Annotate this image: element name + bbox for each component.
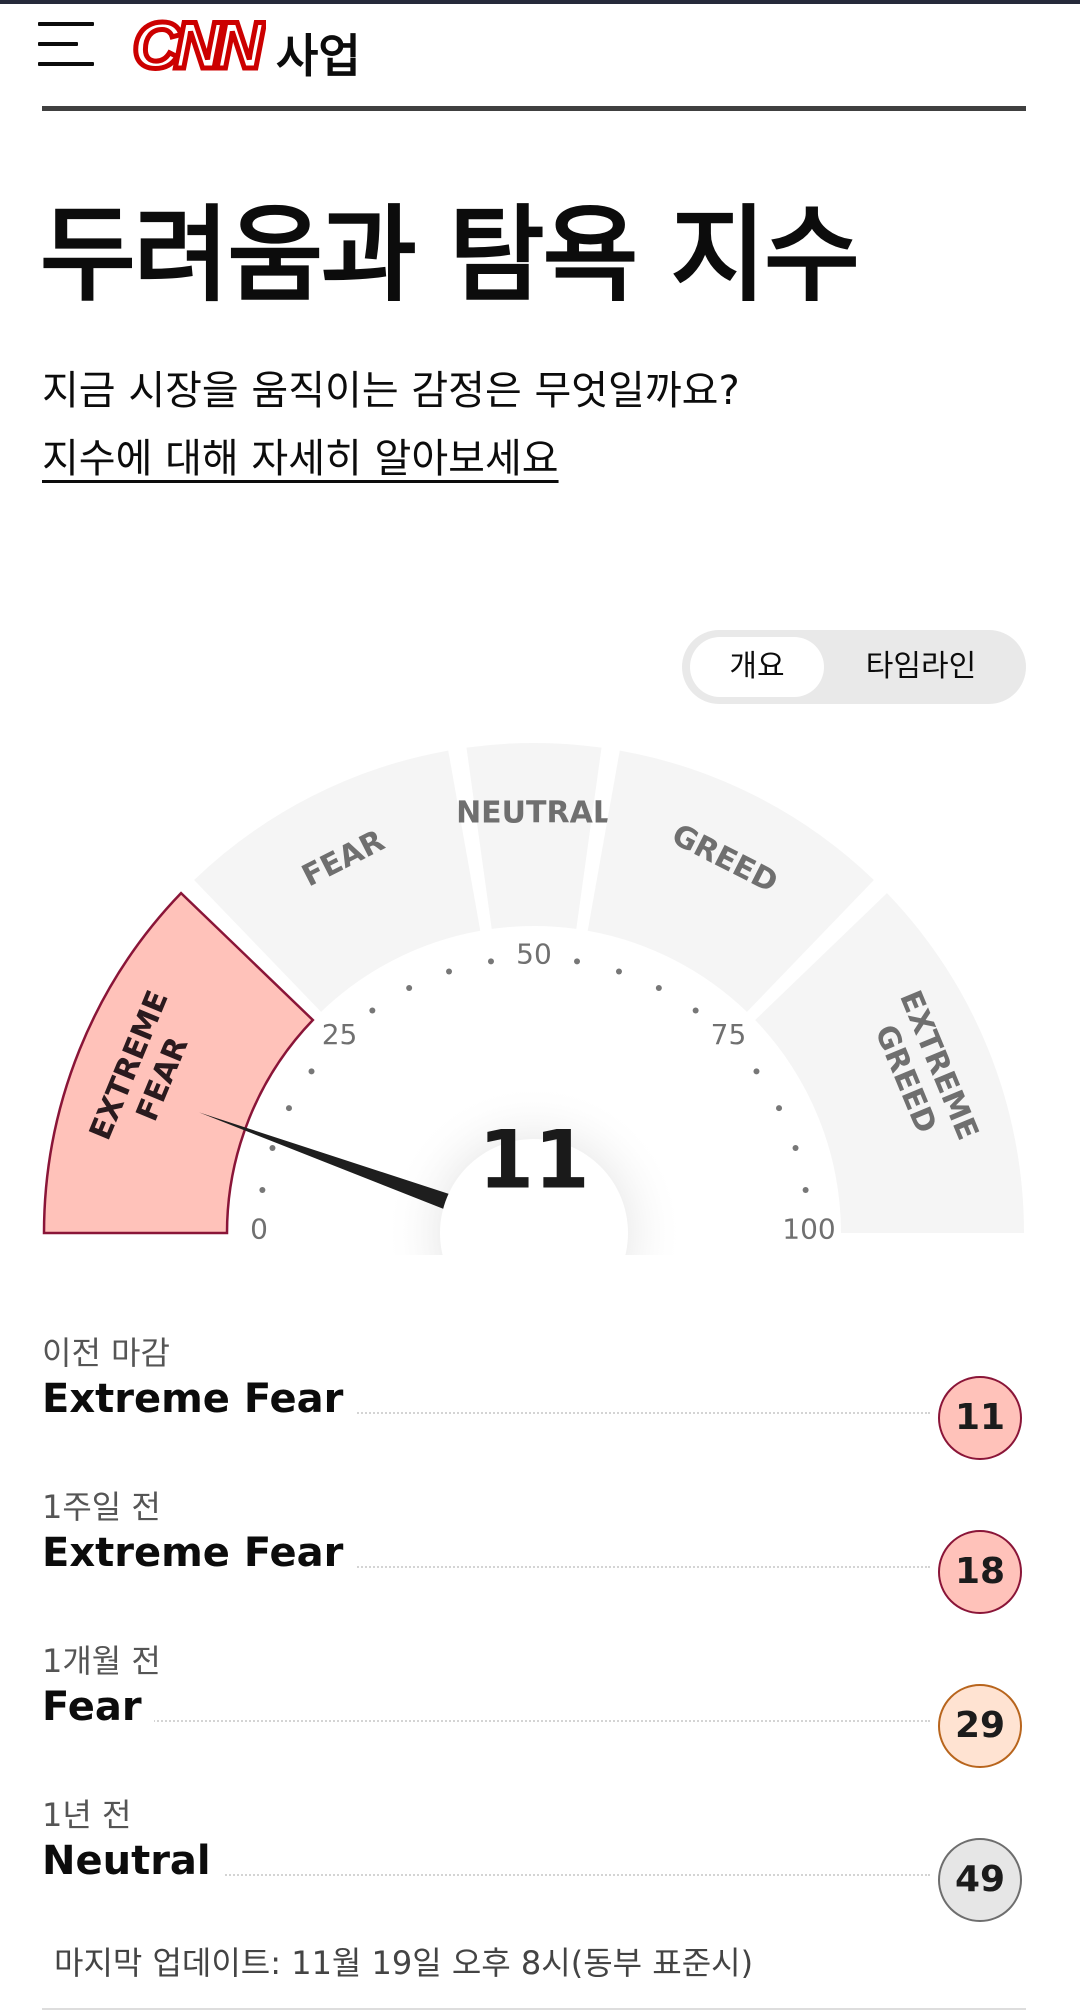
history-row: 이전 마감 Extreme Fear 11 (42, 1318, 1026, 1472)
gauge-tick (269, 1145, 276, 1152)
gauge-tick (259, 1186, 266, 1193)
gauge-tick (655, 984, 662, 991)
gauge-tick (369, 1007, 376, 1014)
history-score-badge: 18 (938, 1530, 1022, 1614)
history-period: 1년 전 (42, 1796, 132, 1834)
gauge-value: 11 (478, 1114, 589, 1207)
history-row: 1주일 전 Extreme Fear 18 (42, 1472, 1026, 1626)
gauge-scale-label: 100 (782, 1213, 835, 1246)
gauge-zone (466, 743, 602, 929)
toggle-overview[interactable]: 개요 (690, 637, 824, 697)
history-rating: Extreme Fear (42, 1376, 356, 1422)
cnn-logo[interactable]: CNN (124, 10, 266, 80)
section-label[interactable]: 사업 (276, 20, 361, 86)
gauge-tick (753, 1068, 760, 1075)
svg-text:CNN: CNN (133, 10, 265, 80)
history-score-badge: 29 (938, 1684, 1022, 1768)
last-updated: 마지막 업데이트: 11월 19일 오후 8시(동부 표준시) (54, 1944, 754, 1982)
hamburger-menu-icon[interactable] (38, 22, 94, 68)
gauge-zone-label: NEUTRAL (456, 796, 612, 831)
gauge-tick (487, 958, 494, 965)
history-rating: Neutral (42, 1838, 223, 1884)
gauge-scale-label: 25 (322, 1018, 358, 1051)
gauge-tick (574, 958, 581, 965)
gauge-tick (308, 1068, 315, 1075)
gauge-tick (792, 1145, 799, 1152)
gauge-tick (285, 1105, 292, 1112)
header-divider (42, 106, 1026, 111)
gauge-scale-label: 0 (250, 1213, 268, 1246)
page-title: 두려움과 탐욕 지수 (40, 194, 860, 316)
history-rating: Extreme Fear (42, 1530, 356, 1576)
history-list: 이전 마감 Extreme Fear 11 1주일 전 Extreme Fear 18 1개… (42, 1318, 1026, 1934)
history-row: 1개월 전 Fear 29 (42, 1626, 1026, 1780)
history-row: 1년 전 Neutral 49 (42, 1780, 1026, 1934)
history-period: 1주일 전 (42, 1488, 161, 1526)
fear-greed-gauge: EXTREMEFEARFEARNEUTRALGREEDEXTREMEGREED … (42, 743, 1024, 1255)
gauge-tick (406, 984, 413, 991)
gauge-scale-label: 50 (516, 938, 552, 971)
gauge-scale-label: 75 (711, 1018, 747, 1051)
history-period: 이전 마감 (42, 1334, 170, 1372)
view-toggle: 개요 타임라인 (682, 630, 1026, 704)
learn-more-link[interactable]: 지수에 대해 자세히 알아보세요 (42, 426, 559, 484)
history-score-badge: 11 (938, 1376, 1022, 1460)
history-score-badge: 49 (938, 1838, 1022, 1922)
toggle-timeline[interactable]: 타임라인 (824, 637, 1018, 697)
site-header: CNN 사업 (0, 4, 1080, 108)
gauge-tick (692, 1007, 699, 1014)
gauge-tick (776, 1105, 783, 1112)
history-period: 1개월 전 (42, 1642, 161, 1680)
page-subtitle: 지금 시장을 움직이는 감정은 무엇일까요? (42, 368, 740, 414)
gauge-tick (615, 968, 622, 975)
gauge-tick (446, 968, 453, 975)
dotted-leader (42, 1720, 930, 1722)
gauge-tick (802, 1186, 809, 1193)
footer-divider (42, 2008, 1026, 2010)
history-rating: Fear (42, 1684, 154, 1730)
